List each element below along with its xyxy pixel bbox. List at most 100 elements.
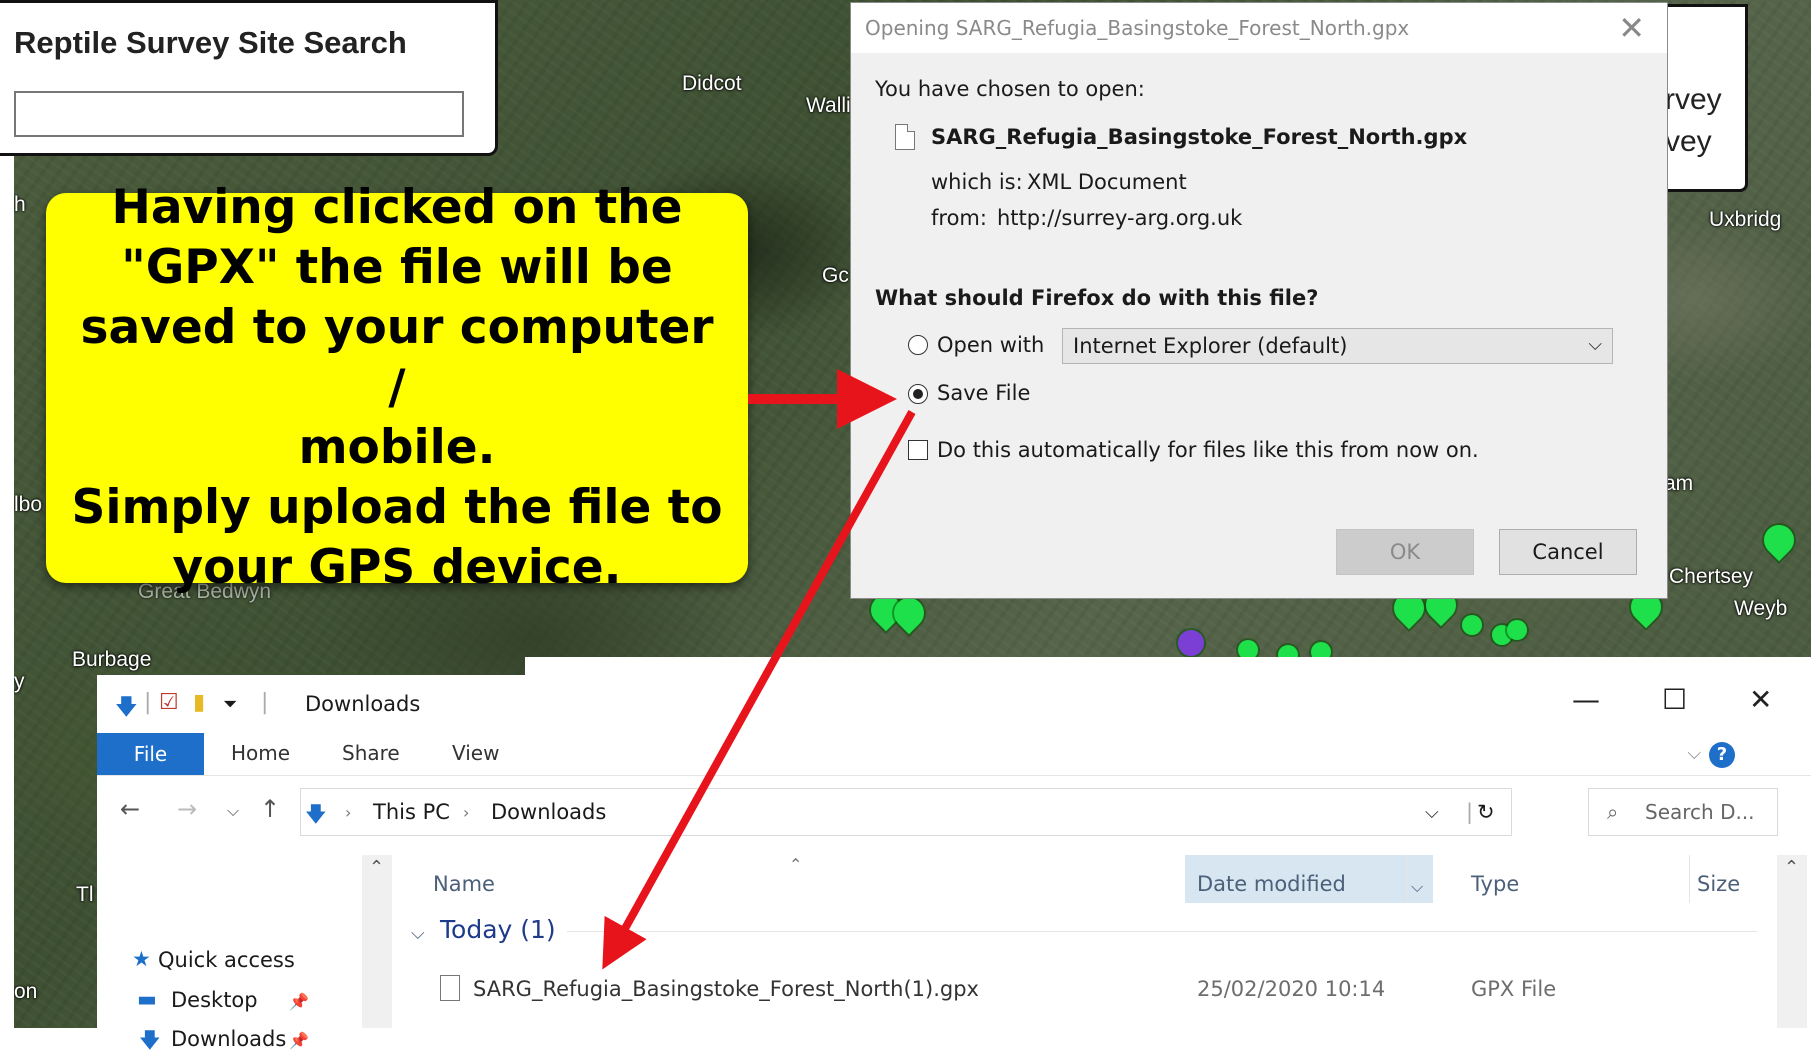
chevron-down-icon: ⌵ — [1588, 334, 1602, 355]
content-scrollbar[interactable]: ⌃ — [1777, 855, 1807, 1028]
map-pin-icon[interactable] — [1462, 615, 1482, 635]
dialog-filename: SARG_Refugia_Basingstoke_Forest_North.gp… — [931, 125, 1468, 149]
sidebar-item-downloads[interactable]: Downloads — [171, 1027, 286, 1051]
open-with-radio[interactable] — [908, 335, 928, 355]
sidebar-scrollbar[interactable]: ⌃ — [362, 855, 392, 1028]
callout-line: saved to your computer / — [80, 300, 714, 415]
window-title: Downloads — [305, 692, 421, 716]
address-bar[interactable]: 🡇 › This PC › Downloads ⌵ | ↻ — [300, 788, 1512, 836]
open-with-select-value: Internet Explorer (default) — [1073, 334, 1348, 358]
map-pin-purple-icon[interactable] — [1178, 630, 1204, 656]
column-header-type[interactable]: Type — [1471, 872, 1519, 896]
file-row-name[interactable]: SARG_Refugia_Basingstoke_Forest_North(1)… — [473, 977, 979, 1001]
quick-access-toolbar: 🡇 | ☑ ▮ ⏷ | Downloads — ☐ ✕ — [97, 675, 1811, 733]
cancel-button[interactable]: Cancel — [1499, 529, 1637, 575]
customize-toolbar-icon[interactable]: ⏷ — [223, 694, 237, 715]
file-row-date: 25/02/2020 10:14 — [1197, 977, 1386, 1001]
ribbon-tabs: File Home Share View — [97, 733, 1811, 776]
open-with-label[interactable]: Open with — [937, 333, 1044, 357]
scroll-up-icon[interactable]: ⌃ — [369, 857, 384, 878]
pin-icon[interactable]: 📌 — [289, 992, 309, 1011]
map-label-partial-h: h — [14, 193, 26, 216]
save-file-label[interactable]: Save File — [937, 381, 1030, 405]
new-folder-icon[interactable]: ▮ — [193, 690, 205, 715]
properties-icon[interactable]: ☑ — [159, 690, 179, 715]
callout-line: your GPS device. — [172, 540, 622, 595]
callout-line: Simply upload the file to — [71, 480, 723, 535]
auto-checkbox-label[interactable]: Do this automatically for files like thi… — [937, 438, 1479, 462]
ok-button[interactable]: OK — [1336, 529, 1474, 575]
close-icon[interactable]: ✕ — [1618, 9, 1645, 47]
which-is-label: which is: — [931, 170, 1023, 194]
site-search-input[interactable] — [14, 91, 464, 137]
save-file-radio[interactable] — [908, 384, 928, 404]
separator-icon: | — [261, 690, 269, 715]
column-divider — [1689, 855, 1690, 903]
callout-line: "GPX" the file will be — [121, 240, 673, 295]
address-bar-row: ← → ⌵ ↑ 🡇 › This PC › Downloads ⌵ | ↻ ⌕ … — [97, 778, 1811, 846]
map-label-chertsey: Chertsey — [1669, 565, 1754, 588]
help-icon[interactable]: ? — [1709, 742, 1735, 768]
back-icon[interactable]: ← — [120, 795, 140, 823]
survey-panel-line2: vey — [1665, 125, 1712, 158]
tab-share[interactable]: Share — [342, 741, 400, 765]
star-icon: ★ — [132, 947, 151, 971]
tab-file[interactable]: File — [97, 733, 204, 775]
up-icon[interactable]: ↑ — [260, 795, 280, 823]
map-label-partial-tl: Tl — [76, 883, 94, 906]
forward-icon[interactable]: → — [177, 795, 197, 823]
instruction-callout: Having clicked on the "GPX" the file wil… — [46, 180, 748, 595]
map-label-partial-on: on — [14, 980, 38, 1003]
explorer-search-box[interactable]: ⌕ Search D... — [1588, 788, 1778, 836]
column-header-date[interactable]: Date modified — [1197, 872, 1346, 896]
download-dialog: Opening SARG_Refugia_Basingstoke_Forest_… — [850, 2, 1668, 599]
from-label: from: — [931, 206, 987, 230]
map-pin-icon[interactable] — [1507, 620, 1527, 640]
group-collapse-icon[interactable]: ⌵ — [411, 923, 425, 944]
dialog-titlebar: Opening SARG_Refugia_Basingstoke_Forest_… — [851, 3, 1667, 53]
group-divider — [567, 931, 1757, 932]
download-arrow-icon[interactable]: 🡇 — [115, 690, 138, 728]
maximize-icon[interactable]: ☐ — [1662, 683, 1687, 716]
scroll-up-icon[interactable]: ⌃ — [1784, 857, 1799, 878]
auto-checkbox[interactable] — [908, 440, 928, 460]
map-label-partial-y: y — [14, 670, 25, 693]
column-divider — [1407, 855, 1408, 903]
map-label-uxbridge: Uxbridg — [1709, 208, 1782, 231]
column-filter-icon[interactable]: ⌵ — [1411, 877, 1423, 897]
column-header-size[interactable]: Size — [1697, 872, 1740, 896]
separator-icon: | — [144, 690, 152, 715]
map-label-wallingford: Walli — [806, 94, 851, 117]
tab-view[interactable]: View — [452, 741, 499, 765]
map-label-burbage: Burbage — [72, 648, 152, 671]
map-pin-icon[interactable] — [1757, 518, 1801, 562]
breadcrumb-current[interactable]: Downloads — [491, 800, 606, 824]
search-panel-title: Reptile Survey Site Search — [14, 25, 407, 60]
group-header[interactable]: Today (1) — [440, 915, 556, 944]
expand-ribbon-icon[interactable]: ⌵ — [1687, 743, 1701, 764]
refresh-icon[interactable]: ↻ — [1477, 800, 1495, 824]
download-icon: 🡇 — [139, 1028, 161, 1052]
file-icon — [895, 124, 915, 150]
close-icon[interactable]: ✕ — [1749, 683, 1772, 716]
minimize-icon[interactable]: — — [1572, 683, 1600, 716]
breadcrumb-root[interactable]: This PC — [373, 800, 450, 824]
sidebar-item-desktop[interactable]: Desktop — [171, 988, 258, 1012]
file-explorer-window: 🡇 | ☑ ▮ ⏷ | Downloads — ☐ ✕ File Home Sh… — [97, 675, 1811, 1052]
recent-locations-icon[interactable]: ⌵ — [227, 801, 239, 821]
column-header-name[interactable]: Name — [433, 872, 495, 896]
pin-icon[interactable]: 📌 — [289, 1031, 309, 1050]
sidebar-item-quick-access[interactable]: Quick access — [158, 948, 295, 972]
tab-home[interactable]: Home — [231, 741, 290, 765]
sort-up-icon: ⌃ — [789, 855, 803, 874]
map-label-weybridge: Weyb — [1734, 597, 1788, 620]
search-icon: ⌕ — [1607, 800, 1619, 824]
download-folder-icon: 🡇 — [305, 802, 327, 826]
open-with-select[interactable]: Internet Explorer (default) ⌵ — [1062, 328, 1613, 364]
callout-line: mobile. — [298, 420, 496, 475]
address-dropdown-icon[interactable]: ⌵ — [1425, 802, 1439, 823]
map-label-partial: Gc — [822, 264, 849, 287]
from-value: http://surrey-arg.org.uk — [997, 206, 1243, 230]
survey-panel-line1: rvey — [1665, 83, 1722, 116]
search-placeholder: Search D... — [1645, 800, 1755, 824]
